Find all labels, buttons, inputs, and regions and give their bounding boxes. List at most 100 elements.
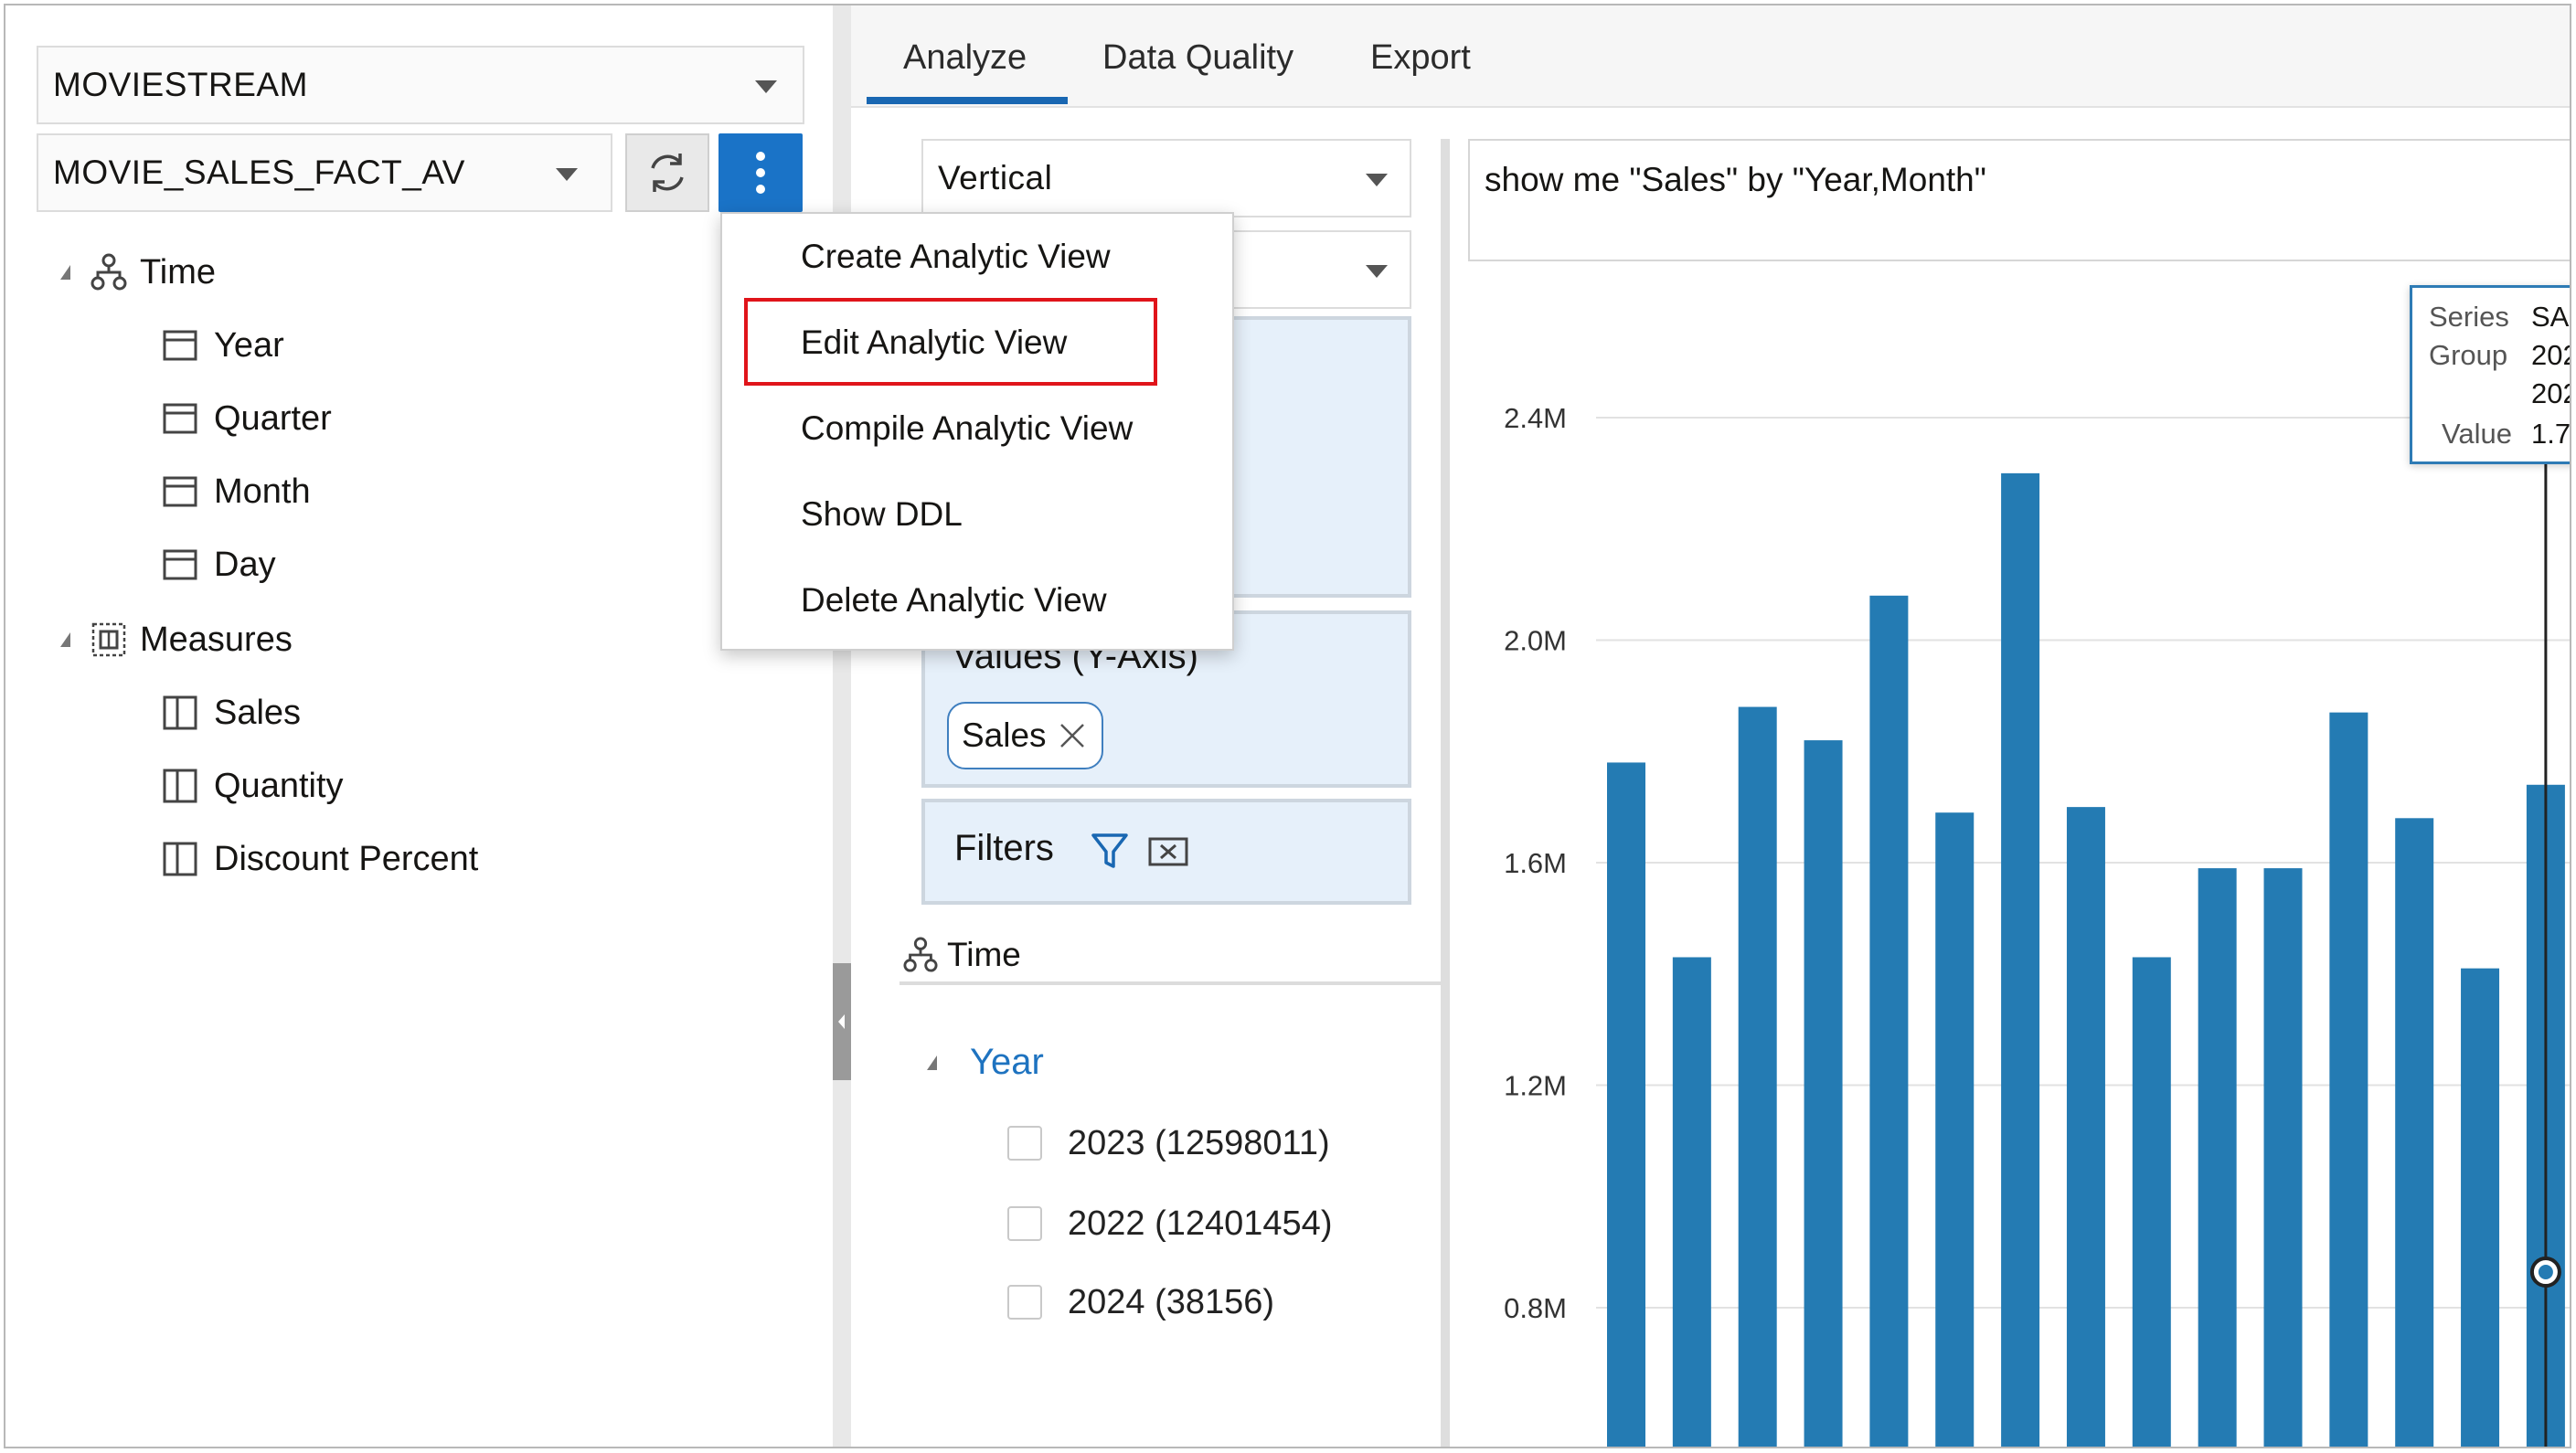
bar[interactable]	[2001, 472, 2040, 1448]
bar[interactable]	[1869, 595, 1909, 1448]
refresh-button[interactable]	[625, 133, 709, 212]
measures-icon	[91, 622, 126, 657]
chevron-down-icon	[556, 168, 578, 181]
tab-export[interactable]: Export	[1370, 38, 1471, 78]
chevron-left-icon	[838, 1014, 845, 1029]
filter-icon[interactable]	[1090, 830, 1130, 870]
menu-item-create-analytic-view[interactable]: Create Analytic View	[801, 238, 1111, 276]
tree-measure-label: Sales	[214, 693, 302, 732]
level-icon	[163, 476, 197, 507]
tree-node-time[interactable]: Time	[60, 245, 216, 300]
bar[interactable]	[1804, 740, 1843, 1448]
analytic-view-context-menu: Create Analytic View Edit Analytic View …	[720, 212, 1234, 651]
sales-chip[interactable]: Sales	[947, 702, 1103, 769]
bar[interactable]	[2198, 868, 2237, 1448]
bar[interactable]	[1607, 762, 1645, 1448]
tab-data-quality[interactable]: Data Quality	[1102, 38, 1293, 78]
tooltip-series-value: SAL	[2531, 301, 2570, 333]
tree-measure-quantity[interactable]: Quantity	[163, 758, 344, 813]
y-tick-label: 1.6M	[1504, 847, 1567, 879]
chevron-down-icon	[1366, 174, 1388, 186]
measure-icon	[163, 842, 197, 876]
tooltip-group-value: 202	[2531, 377, 2570, 409]
year-2023-checkbox[interactable]	[1007, 1126, 1042, 1161]
hierarchy-header-time: Time	[903, 936, 1021, 974]
tree-level-label: Month	[214, 472, 311, 511]
chart-tooltip: Series SAL Group 202 202 Value 1.74	[2410, 285, 2571, 464]
bar[interactable]	[1672, 957, 1711, 1448]
bar[interactable]	[2066, 807, 2105, 1448]
tree-measure-sales[interactable]: Sales	[163, 685, 301, 740]
analytic-view-select-value: MOVIE_SALES_FACT_AV	[53, 154, 465, 191]
more-vertical-icon	[756, 152, 765, 194]
y-tick-label: 0.8M	[1504, 1292, 1567, 1324]
bar[interactable]	[1738, 706, 1777, 1448]
collapse-icon	[927, 1055, 937, 1070]
tree-level-day[interactable]: Day	[163, 537, 276, 592]
divider	[899, 981, 1441, 985]
splitter-collapse-handle[interactable]	[833, 963, 851, 1080]
hierarchy-icon	[903, 937, 938, 972]
bar[interactable]	[1935, 812, 1975, 1448]
bar[interactable]	[2263, 868, 2303, 1448]
orientation-select-value: Vertical	[938, 159, 1053, 196]
tree-level-year-filter[interactable]: Year	[927, 1042, 1044, 1083]
tree-level-label: Year	[214, 325, 284, 365]
schema-select[interactable]: MOVIESTREAM	[37, 46, 804, 124]
orientation-select[interactable]: Vertical	[921, 139, 1411, 217]
menu-item-delete-analytic-view[interactable]: Delete Analytic View	[801, 581, 1107, 620]
tree-node-label: Time	[140, 252, 217, 292]
chevron-down-icon	[1366, 265, 1388, 278]
hierarchy-label: Time	[947, 936, 1021, 973]
year-2024-label: 2024 (38156)	[1068, 1283, 1275, 1321]
query-input[interactable]: show me "Sales" by "Year,Month"	[1468, 139, 2570, 261]
tab-analyze[interactable]: Analyze	[903, 38, 1027, 78]
tooltip-group-label: Group	[2429, 339, 2508, 371]
tree-level-year[interactable]: Year	[163, 318, 284, 373]
bar[interactable]	[2132, 957, 2171, 1448]
tree-level-quarter[interactable]: Quarter	[163, 391, 332, 446]
y-tick-label: 2.4M	[1504, 402, 1567, 434]
close-icon[interactable]	[1056, 719, 1089, 752]
schema-select-value: MOVIESTREAM	[53, 66, 308, 103]
tree-level-label: Quarter	[214, 398, 332, 438]
bar[interactable]	[2329, 712, 2368, 1448]
tree-measure-discount-percent[interactable]: Discount Percent	[163, 832, 478, 886]
tooltip-group-value: 202	[2531, 339, 2570, 371]
level-icon	[163, 403, 197, 434]
hierarchy-icon	[90, 253, 127, 291]
clear-filter-icon[interactable]	[1148, 837, 1188, 866]
menu-item-show-ddl[interactable]: Show DDL	[801, 495, 963, 534]
menu-item-compile-analytic-view[interactable]: Compile Analytic View	[801, 409, 1133, 448]
app-window: MOVIESTREAM MOVIE_SALES_FACT_AV Time Yea…	[4, 4, 2571, 1448]
tree-level-month[interactable]: Month	[163, 464, 311, 519]
filters-label: Filters	[954, 828, 1054, 868]
collapse-icon	[60, 265, 70, 280]
bar[interactable]	[2461, 968, 2500, 1448]
level-icon	[163, 330, 197, 361]
tree-measure-label: Discount Percent	[214, 839, 479, 878]
tree-node-measures[interactable]: Measures	[60, 612, 293, 667]
tree-measure-label: Quantity	[214, 766, 344, 805]
chevron-down-icon	[755, 80, 777, 93]
analytic-view-select[interactable]: MOVIE_SALES_FACT_AV	[37, 133, 612, 212]
tooltip-value: 1.74	[2531, 418, 2571, 450]
sales-bar-chart: 2.4M 2.0M 1.6M 1.2M 0.8M	[1504, 402, 2570, 1448]
highlight-box	[744, 298, 1157, 386]
hover-marker-dot	[2538, 1265, 2553, 1279]
bar[interactable]	[2395, 818, 2434, 1448]
year-2023-label: 2023 (12598011)	[1068, 1124, 1330, 1162]
year-2022-checkbox[interactable]	[1007, 1206, 1042, 1241]
level-icon	[163, 549, 197, 580]
tooltip-series-label: Series	[2429, 301, 2509, 333]
filters-dropzone[interactable]: Filters	[921, 799, 1411, 905]
measure-icon	[163, 769, 197, 803]
tree-node-label: Measures	[140, 620, 293, 659]
middle-divider	[1441, 139, 1450, 1447]
tree-level-label: Day	[214, 545, 276, 584]
refresh-icon	[651, 154, 684, 192]
more-actions-button[interactable]	[719, 133, 803, 212]
year-2024-checkbox[interactable]	[1007, 1285, 1042, 1320]
tooltip-value-label: Value	[2442, 418, 2512, 450]
level-label: Year	[970, 1042, 1044, 1082]
